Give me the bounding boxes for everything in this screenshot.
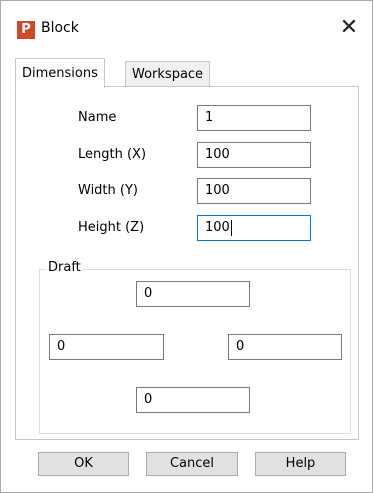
width-input[interactable]: 100 (197, 178, 311, 204)
height-input[interactable]: 100 (197, 215, 311, 241)
height-value: 100 (205, 220, 230, 235)
name-input[interactable]: 1 (197, 105, 311, 131)
title-bar: P Block ✕ (1, 1, 372, 53)
tab-workspace[interactable]: Workspace (125, 61, 211, 88)
draft-bottom-input[interactable]: 0 (136, 387, 250, 413)
height-label: Height (Z) (78, 220, 145, 235)
tab-dimensions[interactable]: Dimensions (15, 58, 105, 89)
app-logo-icon: P (17, 21, 35, 39)
help-button[interactable]: Help (255, 452, 346, 476)
close-icon[interactable]: ✕ (336, 15, 362, 41)
cancel-button[interactable]: Cancel (146, 452, 238, 476)
draft-group-label: Draft (46, 260, 83, 275)
length-label: Length (X) (78, 147, 147, 162)
length-input[interactable]: 100 (197, 142, 311, 168)
block-dialog: P Block ✕ Dimensions Workspace Name 1 Le… (0, 0, 373, 493)
text-caret (230, 219, 232, 236)
name-label: Name (78, 110, 117, 125)
draft-top-input[interactable]: 0 (136, 281, 250, 307)
draft-left-input[interactable]: 0 (49, 334, 164, 360)
ok-button[interactable]: OK (38, 452, 129, 476)
window-title: Block (41, 20, 79, 36)
width-label: Width (Y) (78, 183, 138, 198)
draft-right-input[interactable]: 0 (228, 334, 342, 360)
